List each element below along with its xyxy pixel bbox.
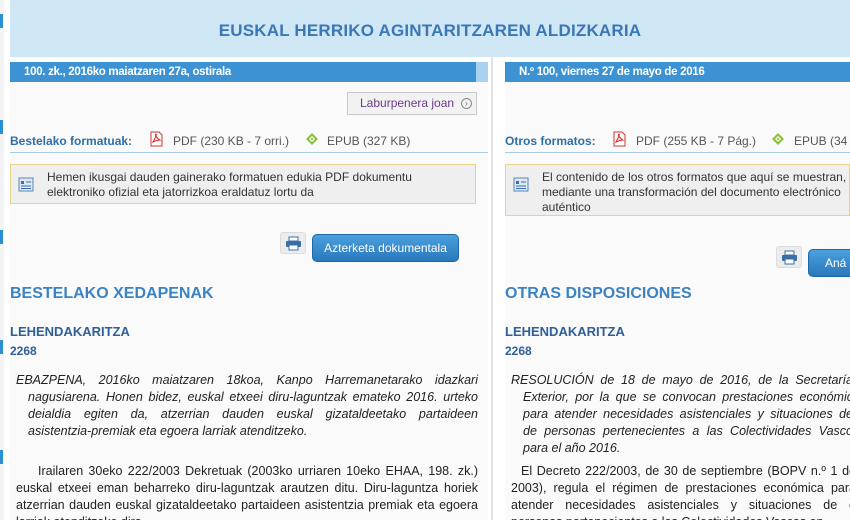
page-header: EUSKAL HERRIKO AGINTARITZAREN ALDIZKARIA	[10, 0, 850, 57]
pdf-link[interactable]: PDF (255 KB - 7 Pág.)	[636, 134, 756, 148]
print-button[interactable]	[776, 246, 802, 268]
formats-row: Bestelako formatuak: PDF (230 KB - 7 orr…	[10, 131, 488, 153]
epub-link[interactable]: EPUB (327 KB)	[327, 134, 410, 148]
summary-link[interactable]: Laburpenera joan ›	[347, 92, 477, 115]
section-title: BESTELAKO XEDAPENAK	[10, 285, 214, 302]
note-line-3: auténtico	[542, 200, 591, 214]
body-paragraph: El Decreto 222/2003, de 30 de septiembre…	[511, 464, 850, 520]
print-button[interactable]	[280, 232, 306, 254]
document-info-icon	[18, 177, 34, 192]
note-line-1: Hemen ikusgai dauden gainerako formatuen…	[47, 170, 412, 184]
department-name: LEHENDAKARITZA	[10, 324, 130, 339]
note-line-2: elektroniko ofizial eta jatorrizkoa eral…	[47, 185, 314, 199]
spanish-column: N.º 100, viernes 27 de mayo de 2016 Otro…	[505, 62, 850, 520]
pdf-icon[interactable]	[150, 131, 163, 147]
issue-bar: 100. zk., 2016ko maiatzaren 27a, ostiral…	[10, 62, 488, 82]
pdf-icon[interactable]	[613, 131, 626, 147]
document-info-icon	[513, 177, 529, 192]
pdf-link[interactable]: PDF (230 KB - 7 orri.)	[173, 134, 289, 148]
note-line-2: mediante una transformación del document…	[542, 185, 841, 199]
note-line-1: El contenido de los otros formatos que a…	[542, 170, 847, 184]
issue-label: N.º 100, viernes 27 de mayo de 2016	[519, 66, 705, 78]
formats-row: Otros formatos: PDF (255 KB - 7 Pág.) EP…	[505, 131, 850, 153]
printer-icon	[286, 236, 301, 251]
issue-bar: N.º 100, viernes 27 de mayo de 2016	[505, 62, 850, 82]
resolution-summary: EBAZPENA, 2016ko maiatzaren 18koa, Kanpo…	[16, 373, 478, 438]
document-analysis-button[interactable]: Azterketa dokumentala	[312, 234, 459, 262]
document-number: 2268	[505, 344, 532, 358]
section-title: OTRAS DISPOSICIONES	[505, 285, 692, 302]
issue-label: 100. zk., 2016ko maiatzaren 27a, ostiral…	[24, 66, 231, 78]
printer-icon	[782, 250, 797, 265]
journal-title: EUSKAL HERRIKO AGINTARITZAREN ALDIZKARIA	[218, 21, 642, 40]
formats-label: Otros formatos:	[505, 134, 596, 148]
body-paragraph: Irailaren 30eko 222/2003 Dekretuak (2003…	[16, 464, 478, 520]
arrow-circle-icon: ›	[461, 98, 472, 109]
epub-icon[interactable]	[771, 132, 785, 146]
summary-link-label: Laburpenera joan	[360, 96, 455, 110]
basque-column: 100. zk., 2016ko maiatzaren 27a, ostiral…	[10, 62, 488, 520]
epub-icon[interactable]	[305, 132, 319, 146]
epub-link[interactable]: EPUB (34	[794, 134, 847, 148]
info-note: Hemen ikusgai dauden gainerako formatuen…	[10, 164, 476, 204]
left-edge-strip	[0, 0, 4, 520]
document-number: 2268	[10, 344, 37, 358]
resolution-summary: RESOLUCIÓN de 18 de mayo de 2016, de la …	[511, 373, 850, 455]
formats-label: Bestelako formatuak:	[10, 134, 133, 148]
info-note: El contenido de los otros formatos que a…	[505, 164, 850, 216]
document-analysis-button[interactable]: Aná	[808, 249, 850, 277]
department-name: LEHENDAKARITZA	[505, 324, 625, 339]
column-divider	[491, 57, 493, 520]
